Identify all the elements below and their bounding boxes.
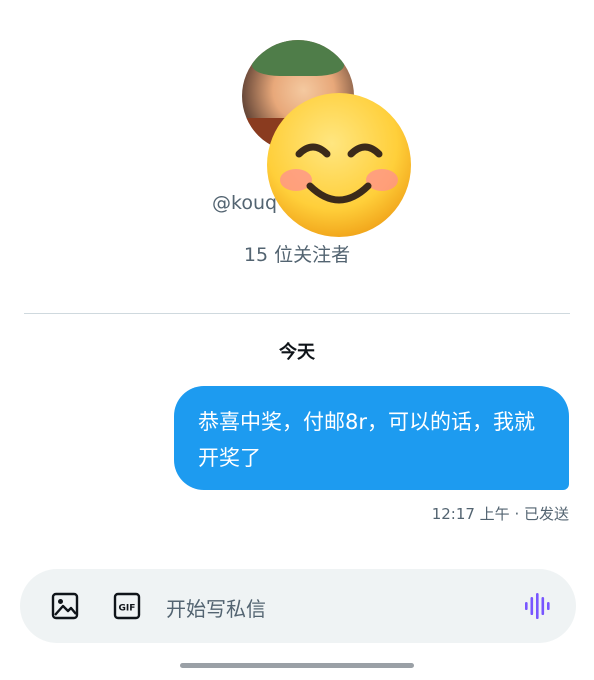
svg-text:GIF: GIF	[119, 604, 136, 614]
divider	[24, 313, 570, 314]
follower-count[interactable]: 15 位关注者	[0, 240, 594, 267]
composer-input[interactable]: 开始写私信	[166, 593, 266, 622]
profile-handle: @kouq	[212, 192, 278, 214]
gif-icon[interactable]: GIF	[112, 591, 142, 621]
home-indicator	[180, 663, 414, 668]
day-separator: 今天	[279, 342, 315, 363]
message-composer[interactable]: GIF 开始写私信	[20, 569, 576, 643]
message-bubble[interactable]: 恭喜中奖，付邮8r，可以的话，我就开奖了	[174, 386, 569, 490]
image-icon[interactable]	[50, 591, 80, 621]
message-timestamp-status: 12:17 上午 · 已发送	[431, 505, 569, 523]
smiling-emoji-sticker	[267, 93, 411, 237]
voice-icon[interactable]	[522, 591, 552, 621]
